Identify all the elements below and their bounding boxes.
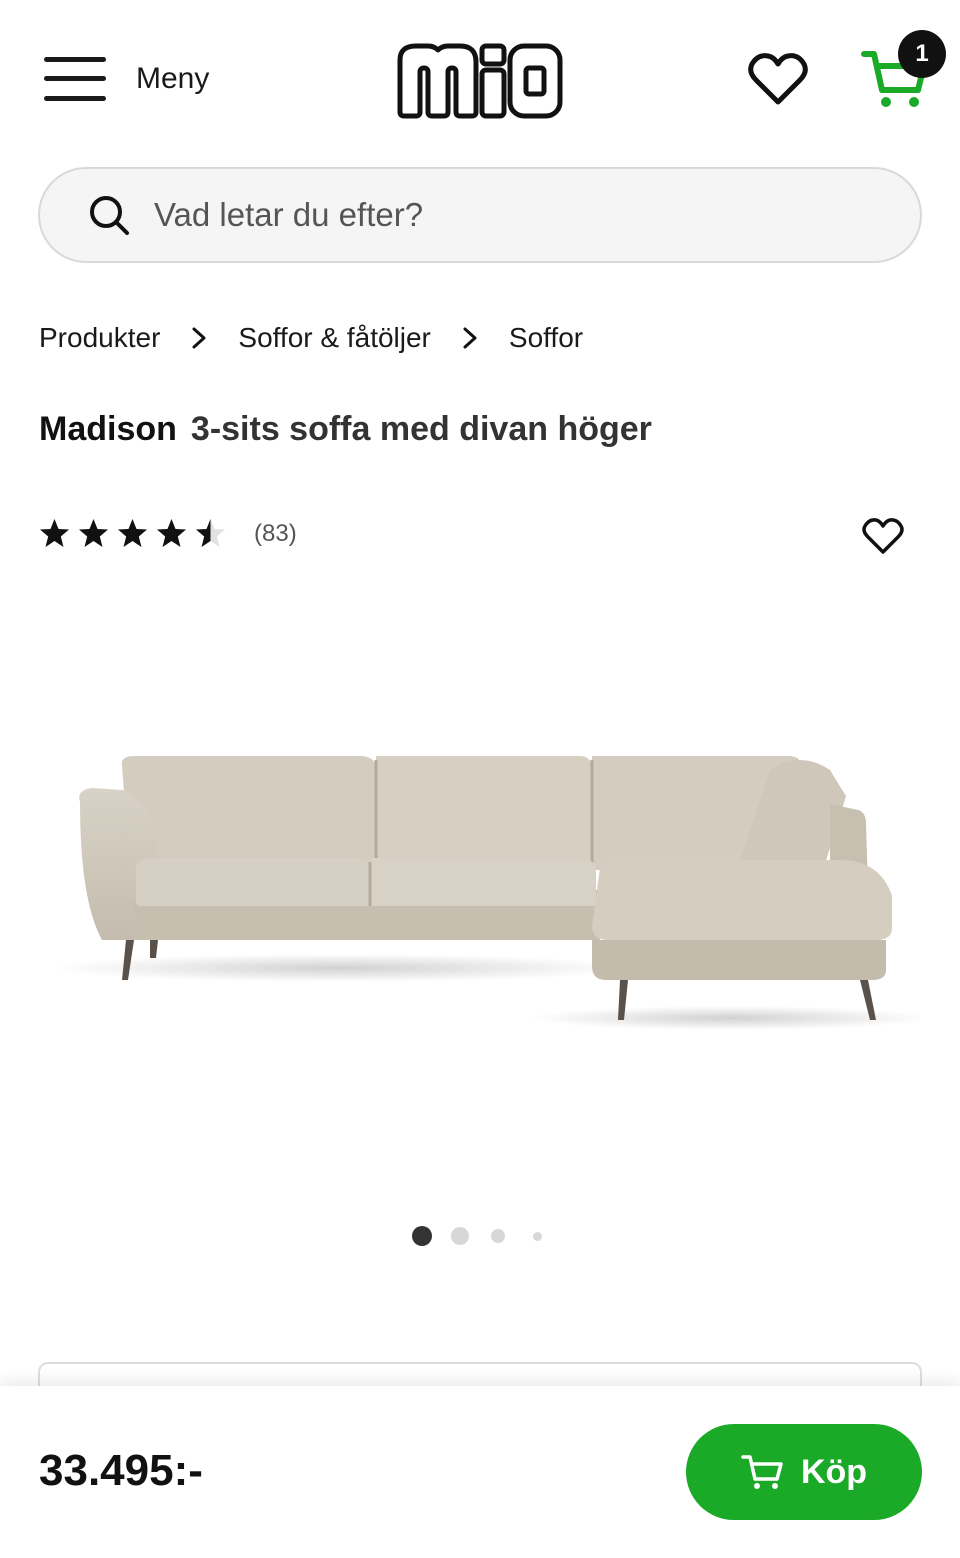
star-icon	[196, 519, 225, 547]
product-rating[interactable]: (83)	[39, 518, 297, 549]
breadcrumb: Produkter Soffor & fåtöljer Soffor	[39, 322, 583, 354]
rating-stars	[39, 518, 226, 549]
carousel-dot[interactable]	[532, 1231, 542, 1241]
mio-logo[interactable]	[394, 40, 566, 122]
search-input[interactable]	[154, 196, 834, 234]
review-count: (83)	[254, 519, 297, 547]
chevron-right-icon	[192, 327, 206, 349]
breadcrumb-item-soffor-fatoljer[interactable]: Soffor & fåtöljer	[238, 322, 430, 354]
star-icon	[118, 519, 147, 547]
search-icon	[90, 196, 129, 235]
carousel-dot[interactable]	[491, 1229, 505, 1243]
buy-button[interactable]: Köp	[686, 1424, 922, 1520]
star-icon	[40, 519, 69, 547]
hamburger-icon	[44, 54, 108, 104]
product-name: Madison	[39, 410, 177, 448]
carousel-dot[interactable]	[451, 1227, 469, 1245]
sticky-buy-bar: 33.495:- Köp	[0, 1386, 960, 1558]
star-icon	[79, 519, 108, 547]
buy-button-label: Köp	[800, 1452, 868, 1491]
search-bar[interactable]	[38, 167, 922, 263]
carousel-dots	[0, 1224, 960, 1248]
cart-count-badge: 1	[898, 30, 946, 78]
star-icon	[157, 519, 186, 547]
menu-button[interactable]: Meny	[44, 54, 209, 104]
breadcrumb-item-soffor[interactable]: Soffor	[509, 322, 583, 354]
product-description: 3-sits soffa med divan höger	[190, 410, 652, 448]
product-title: Madison 3-sits soffa med divan höger	[39, 410, 652, 449]
breadcrumb-item-produkter[interactable]: Produkter	[39, 322, 160, 354]
add-to-wishlist-heart-icon[interactable]	[862, 518, 904, 556]
menu-label: Meny	[136, 62, 210, 95]
product-image[interactable]	[40, 700, 920, 1060]
wishlist-heart-icon[interactable]	[748, 52, 808, 108]
chevron-right-icon	[463, 327, 477, 349]
carousel-dot[interactable]	[412, 1226, 432, 1246]
cart-icon	[741, 1455, 783, 1489]
product-price: 33.495:-	[39, 1446, 203, 1495]
site-header: Meny 1	[0, 0, 960, 160]
